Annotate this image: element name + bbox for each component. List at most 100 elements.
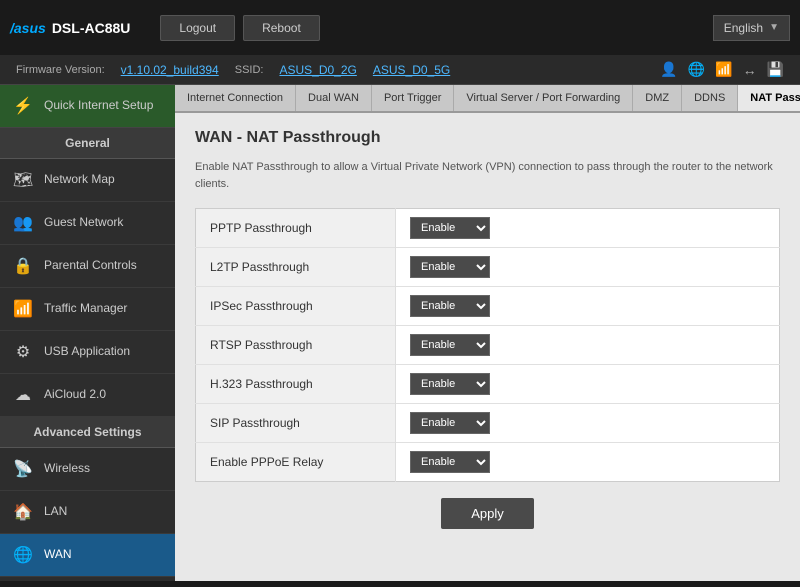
sidebar-item-network-map[interactable]: 🗺 Network Map [0, 159, 175, 202]
globe-icon[interactable]: 🌐 [688, 61, 705, 78]
passthrough-label-rtsp: RTSP Passthrough [196, 326, 396, 365]
tabs: Internet Connection Dual WAN Port Trigge… [175, 85, 800, 113]
header-icons: 👤 🌐 📶 ↔ 💾 [660, 61, 784, 78]
guest-network-label: Guest Network [44, 215, 123, 231]
top-buttons: Logout Reboot [160, 15, 319, 41]
general-header: General [0, 128, 175, 159]
passthrough-label-l2tp: L2TP Passthrough [196, 248, 396, 287]
content-area: Internet Connection Dual WAN Port Trigge… [175, 85, 800, 581]
passthrough-select-pppoe[interactable]: EnableDisable [410, 451, 490, 473]
sidebar-item-ipv6[interactable]: 🌐 IPv6 [0, 577, 175, 581]
asus-logo: /asus [10, 20, 46, 36]
network-map-label: Network Map [44, 172, 115, 188]
aicloud-label: AiCloud 2.0 [44, 387, 106, 403]
sidebar-item-wireless[interactable]: 📡 Wireless [0, 448, 175, 491]
guest-network-icon: 👥 [12, 212, 34, 234]
advanced-settings-header: Advanced Settings [0, 417, 175, 448]
passthrough-cell-l2tp: EnableDisable [396, 248, 780, 287]
tab-virtual-server[interactable]: Virtual Server / Port Forwarding [454, 85, 633, 111]
passthrough-label-ipsec: IPSec Passthrough [196, 287, 396, 326]
tab-dual-wan[interactable]: Dual WAN [296, 85, 372, 111]
wireless-label: Wireless [44, 461, 90, 477]
person-icon[interactable]: 👤 [660, 61, 677, 78]
traffic-manager-icon: 📶 [12, 298, 34, 320]
firmware-label: Firmware Version: [16, 64, 105, 76]
reboot-button[interactable]: Reboot [243, 15, 320, 41]
passthrough-select-pptp[interactable]: EnableDisable [410, 217, 490, 239]
ssid-5g[interactable]: ASUS_D0_5G [373, 63, 450, 77]
aicloud-icon: ☁ [12, 384, 34, 406]
firmware-bar: Firmware Version: v1.10.02_build394 SSID… [0, 55, 800, 85]
tab-port-trigger[interactable]: Port Trigger [372, 85, 454, 111]
apply-row: Apply [195, 482, 780, 545]
arrow-icon[interactable]: ↔ [743, 62, 757, 78]
top-bar: /asus DSL-AC88U Logout Reboot English ▼ [0, 0, 800, 55]
traffic-manager-label: Traffic Manager [44, 301, 127, 317]
tab-nat-passthrough[interactable]: NAT Passthrough [738, 85, 800, 113]
passthrough-select-l2tp[interactable]: EnableDisable [410, 256, 490, 278]
sidebar-item-parental-controls[interactable]: 🔒 Parental Controls [0, 245, 175, 288]
tab-dmz[interactable]: DMZ [633, 85, 682, 111]
ssid-2g[interactable]: ASUS_D0_2G [279, 63, 356, 77]
logout-button[interactable]: Logout [160, 15, 235, 41]
sidebar-item-lan[interactable]: 🏠 LAN [0, 491, 175, 534]
wan-icon: 🌐 [12, 544, 34, 566]
wireless-icon: 📡 [12, 458, 34, 480]
passthrough-label-pptp: PPTP Passthrough [196, 209, 396, 248]
passthrough-row-l2tp: L2TP Passthrough EnableDisable [196, 248, 780, 287]
page-description: Enable NAT Passthrough to allow a Virtua… [195, 159, 780, 192]
brand: /asus DSL-AC88U [10, 20, 130, 36]
page-content: WAN - NAT Passthrough Enable NAT Passthr… [175, 113, 800, 561]
passthrough-select-ipsec[interactable]: EnableDisable [410, 295, 490, 317]
passthrough-row-h323: H.323 Passthrough EnableDisable [196, 365, 780, 404]
quick-setup-icon: ⚡ [12, 95, 34, 117]
passthrough-select-rtsp[interactable]: EnableDisable [410, 334, 490, 356]
passthrough-cell-h323: EnableDisable [396, 365, 780, 404]
firmware-version[interactable]: v1.10.02_build394 [121, 63, 219, 77]
parental-controls-icon: 🔒 [12, 255, 34, 277]
network-map-icon: 🗺 [12, 169, 34, 191]
language-label: English [724, 21, 763, 35]
main-layout: ⚡ Quick Internet Setup General 🗺 Network… [0, 85, 800, 581]
tab-internet-connection[interactable]: Internet Connection [175, 85, 296, 111]
passthrough-cell-pppoe: EnableDisable [396, 443, 780, 482]
passthrough-cell-ipsec: EnableDisable [396, 287, 780, 326]
lan-label: LAN [44, 504, 67, 520]
passthrough-row-pppoe: Enable PPPoE Relay EnableDisable [196, 443, 780, 482]
passthrough-cell-rtsp: EnableDisable [396, 326, 780, 365]
passthrough-label-sip: SIP Passthrough [196, 404, 396, 443]
quick-setup-label: Quick Internet Setup [44, 98, 153, 114]
sidebar: ⚡ Quick Internet Setup General 🗺 Network… [0, 85, 175, 581]
passthrough-select-h323[interactable]: EnableDisable [410, 373, 490, 395]
passthrough-row-sip: SIP Passthrough EnableDisable [196, 404, 780, 443]
page-title: WAN - NAT Passthrough [195, 129, 780, 147]
language-selector[interactable]: English ▼ [713, 15, 790, 41]
ssid-label: SSID: [235, 64, 264, 76]
sidebar-item-traffic-manager[interactable]: 📶 Traffic Manager [0, 288, 175, 331]
passthrough-table: PPTP PassthroughEnableDisableL2TP Passth… [195, 208, 780, 482]
sidebar-item-wan[interactable]: 🌐 WAN [0, 534, 175, 577]
sidebar-item-aicloud[interactable]: ☁ AiCloud 2.0 [0, 374, 175, 417]
passthrough-select-sip[interactable]: EnableDisable [410, 412, 490, 434]
network-status-icon[interactable]: 📶 [715, 61, 732, 78]
usb-application-icon: ⚙ [12, 341, 34, 363]
sidebar-item-quick-setup[interactable]: ⚡ Quick Internet Setup [0, 85, 175, 128]
sidebar-item-guest-network[interactable]: 👥 Guest Network [0, 202, 175, 245]
passthrough-label-h323: H.323 Passthrough [196, 365, 396, 404]
wan-label: WAN [44, 547, 72, 563]
sidebar-item-usb-application[interactable]: ⚙ USB Application [0, 331, 175, 374]
passthrough-row-rtsp: RTSP Passthrough EnableDisable [196, 326, 780, 365]
parental-controls-label: Parental Controls [44, 258, 137, 274]
save-icon[interactable]: 💾 [767, 61, 784, 78]
model-name: DSL-AC88U [52, 20, 131, 36]
chevron-down-icon: ▼ [769, 22, 779, 33]
passthrough-label-pppoe: Enable PPPoE Relay [196, 443, 396, 482]
passthrough-cell-pptp: EnableDisable [396, 209, 780, 248]
passthrough-cell-sip: EnableDisable [396, 404, 780, 443]
lan-icon: 🏠 [12, 501, 34, 523]
usb-application-label: USB Application [44, 344, 130, 360]
tab-ddns[interactable]: DDNS [682, 85, 738, 111]
passthrough-row-pptp: PPTP Passthrough EnableDisable [196, 209, 780, 248]
passthrough-row-ipsec: IPSec Passthrough EnableDisable [196, 287, 780, 326]
apply-button[interactable]: Apply [441, 498, 534, 529]
